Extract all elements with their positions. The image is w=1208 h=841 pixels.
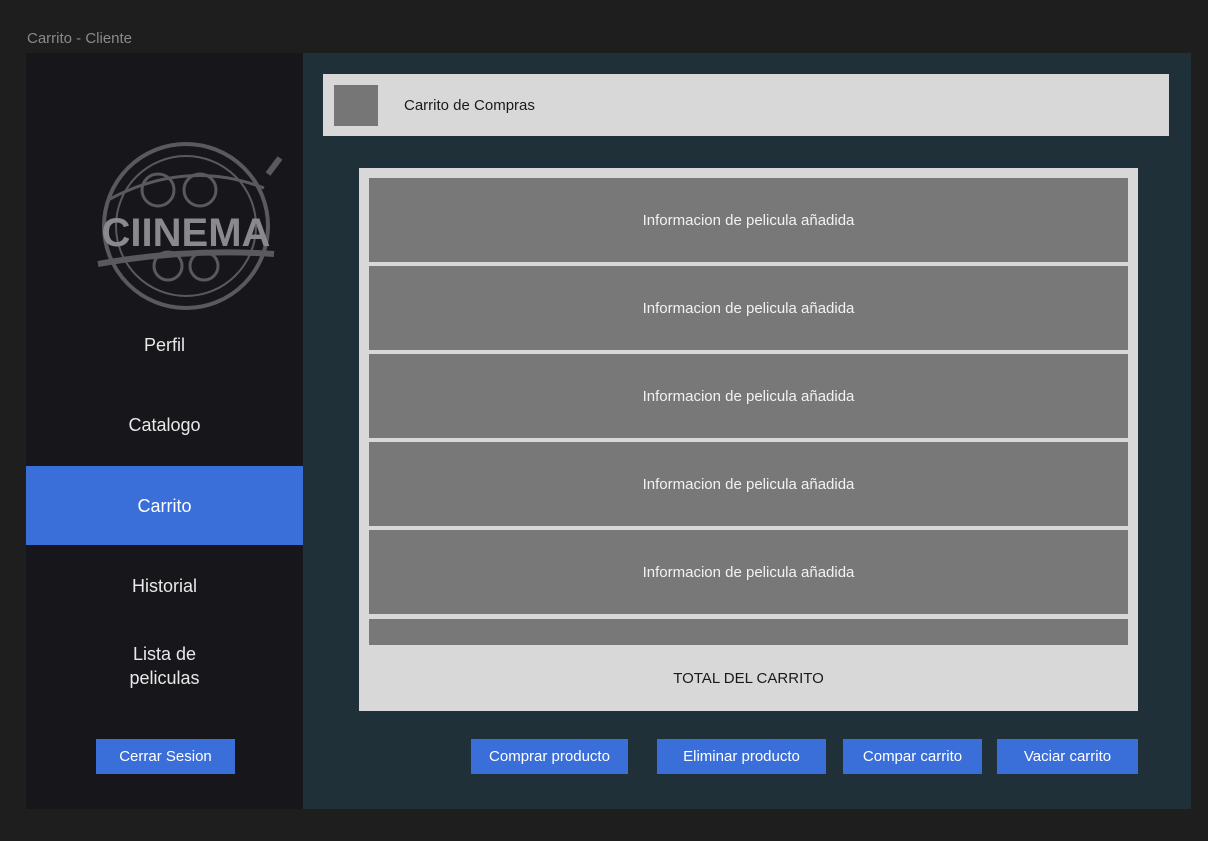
sidebar-item-label: Catalogo <box>128 414 201 435</box>
cart-item[interactable]: Informacion de pelicula añadida <box>369 178 1128 262</box>
sidebar: CIINEMA Perfil Catalogo Carrito Historia… <box>26 53 303 809</box>
cart-item[interactable]: Informacion de pelicula añadida <box>369 442 1128 526</box>
cart-item[interactable]: Informacion de pelicula añadida <box>369 266 1128 350</box>
cart-total: TOTAL DEL CARRITO <box>673 669 824 687</box>
header-image-placeholder <box>334 85 378 126</box>
sidebar-item-historial[interactable]: Historial <box>26 546 303 625</box>
sidebar-item-lista-peliculas[interactable]: Lista de peliculas <box>26 626 303 705</box>
cart-item[interactable]: Informacion de pelicula añadida <box>369 354 1128 438</box>
sidebar-item-carrito[interactable]: Carrito <box>26 466 303 545</box>
buy-product-button[interactable]: Comprar producto <box>471 739 628 774</box>
buy-cart-button[interactable]: Compar carrito <box>843 739 982 774</box>
empty-cart-button[interactable]: Vaciar carrito <box>997 739 1138 774</box>
cinema-logo: CIINEMA <box>97 142 283 310</box>
sidebar-item-perfil[interactable]: Perfil <box>26 305 303 384</box>
sidebar-item-label: Perfil <box>143 334 185 355</box>
cart-item[interactable]: Informacion de pelicula añadida <box>369 530 1128 614</box>
sidebar-item-label: Lista de peliculas <box>129 643 200 688</box>
logo-wordmark: CIINEMA <box>102 211 271 255</box>
sidebar-item-catalogo[interactable]: Catalogo <box>26 385 303 464</box>
logout-button[interactable]: Cerrar Sesion <box>96 739 235 774</box>
sidebar-item-label: Historial <box>131 575 197 596</box>
cart-item-partial[interactable] <box>369 619 1128 645</box>
page-title: Carrito de Compras <box>404 96 535 114</box>
sidebar-item-label: Carrito <box>137 495 192 516</box>
cart-list-panel: Informacion de pelicula añadida Informac… <box>359 168 1138 711</box>
remove-product-button[interactable]: Eliminar producto <box>657 739 826 774</box>
main-content: Carrito de Compras Informacion de pelicu… <box>303 53 1191 809</box>
page-header: Carrito de Compras <box>323 74 1169 136</box>
window-title: Carrito - Cliente <box>27 30 133 47</box>
